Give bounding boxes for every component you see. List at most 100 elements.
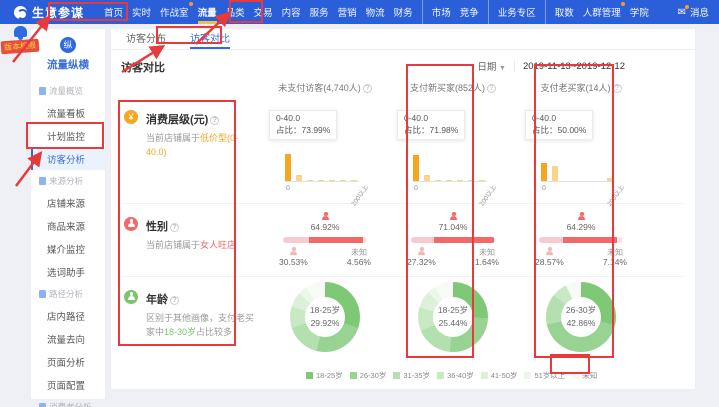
legend-item[interactable]: 31-35岁 (393, 370, 430, 381)
donut-chart: 18-25岁 25.44% (418, 282, 488, 352)
nav-item-logistics[interactable]: 物流 (366, 0, 385, 24)
chart-tooltip: 0-40.0占比：71.98% (397, 110, 465, 140)
tab-visitor-compare[interactable]: 访客对比 (190, 30, 230, 49)
legend-item[interactable]: 51岁以上 (524, 370, 565, 381)
nav-item-service[interactable]: 服务 (310, 0, 329, 24)
nav-item-warroom[interactable]: 作战室 (160, 0, 189, 24)
nav-item-data-fetch[interactable]: 取数 (545, 0, 574, 24)
donut-center-value: 42.86% (546, 318, 616, 328)
consume-chart-old-buyers: 0-40.0占比：50.00% 0 200以上 (517, 97, 645, 203)
yen-icon: ¥ (124, 110, 138, 124)
chevron-down-icon: ▼ (499, 65, 506, 72)
sidebar-item-word-helper[interactable]: 选词助手 (31, 260, 105, 283)
nav-item-traffic[interactable]: 流量 (198, 0, 217, 24)
nav-item-finance[interactable]: 财务 (394, 0, 413, 24)
unknown-percent: 1.64% (475, 257, 499, 267)
tab-visitor-distribution[interactable]: 访客分布 (126, 30, 166, 49)
help-icon[interactable]: ? (613, 84, 622, 93)
sidebar-section-consumer-analysis: 消费者分析 (31, 396, 105, 407)
sidebar-item-shop-source[interactable]: 店铺来源 (31, 191, 105, 214)
age-icon (124, 290, 138, 304)
folder-icon (39, 87, 46, 95)
nav-item-realtime[interactable]: 实时 (132, 0, 151, 24)
nav-item-crowd-mgmt[interactable]: 人群管理 (583, 0, 621, 24)
folder-icon (39, 177, 46, 185)
female-percent: 64.92% (261, 222, 389, 232)
nav-item-academy[interactable]: 学院 (630, 0, 649, 24)
sidebar-item-media-monitor[interactable]: 媒介监控 (31, 237, 105, 260)
nav-item-trade[interactable]: 交易 (254, 0, 273, 24)
male-icon (417, 247, 426, 255)
help-icon[interactable]: ? (487, 84, 496, 93)
help-icon[interactable]: ? (210, 116, 219, 125)
folder-icon (39, 290, 46, 298)
chart-tooltip: 0-40.0占比：50.00% (525, 110, 593, 140)
male-icon (289, 247, 298, 255)
app-logo-icon (14, 6, 27, 19)
donut-hole (561, 297, 601, 337)
male-percent: 28.57% (535, 257, 564, 267)
main-panel: 访客分布 访客对比 访客对比 日期 ▼ 2019-11-13~2019-12-1… (110, 28, 696, 390)
legend-item[interactable]: 18-25岁 (306, 370, 343, 381)
sidebar-item-page-analysis[interactable]: 页面分析 (31, 350, 105, 373)
axis-label: 0 (414, 185, 418, 192)
female-icon (449, 212, 458, 220)
axis-label: 0 (286, 185, 290, 192)
donut-center-label: 26-30岁 (546, 304, 616, 316)
version-badge: 版本权限 (1, 39, 40, 55)
sidebar-item-visitor-analysis[interactable]: 访客分析 (31, 147, 105, 170)
female-percent: 64.29% (517, 222, 645, 232)
help-icon[interactable]: ? (170, 223, 179, 232)
divider (514, 60, 515, 72)
tabbar: 访客分布 访客对比 (111, 29, 695, 50)
gender-chart-unpaid: 64.92% 30.53% 未知 4.56% (261, 204, 389, 276)
nav-messages[interactable]: ✉ 消息 (678, 0, 709, 24)
legend-item[interactable]: 未知 (572, 370, 597, 381)
sidebar-section-path-analysis: 路径分析 (31, 283, 105, 304)
nav-item-bizzone[interactable]: 业务专区 (488, 0, 536, 24)
app-logo-text: 生意参谋 (32, 4, 84, 21)
sidebar-item-instore-path[interactable]: 店内路径 (31, 304, 105, 327)
donut-center-label: 18-25岁 (290, 304, 360, 316)
age-donut-unpaid: 18-25岁 29.92% (261, 277, 389, 363)
donut-hole (433, 297, 473, 337)
page-title: 访客对比 (121, 59, 165, 75)
donut-center-value: 25.44% (418, 318, 488, 328)
app-logo[interactable]: 生意参谋 (14, 4, 84, 21)
nav-item-market[interactable]: 市场 (422, 0, 451, 24)
legend-item[interactable]: 36-40岁 (437, 370, 474, 381)
nav-item-category[interactable]: 品类 (226, 0, 245, 24)
age-highlight: 18-30岁 (164, 327, 196, 337)
sidebar-item-page-config[interactable]: 页面配置 (31, 373, 105, 396)
help-icon[interactable]: ? (170, 296, 179, 305)
legend-item[interactable]: 26-30岁 (350, 370, 387, 381)
nav-item-competition[interactable]: 竞争 (460, 0, 479, 24)
legend-item[interactable]: 41-50岁 (481, 370, 518, 381)
folder-icon (39, 403, 46, 407)
messages-label: 消息 (690, 5, 709, 19)
date-filter[interactable]: 日期 ▼ (477, 59, 506, 73)
male-percent: 30.53% (279, 257, 308, 267)
legend-swatch (350, 372, 357, 379)
chart-tooltip: 0-40.0占比：73.99% (269, 110, 337, 140)
nav-item-home[interactable]: 首页 (104, 0, 123, 24)
sidebar-section-source-analysis: 来源分析 (31, 170, 105, 191)
consume-chart-new-buyers: 0-40.0占比：71.98% 0 200以上 (389, 97, 517, 203)
age-donut-old-buyers: 26-30岁 42.86% (517, 277, 645, 363)
nav-item-marketing[interactable]: 营销 (338, 0, 357, 24)
donut-chart: 26-30岁 42.86% (546, 282, 616, 352)
gender-stacked-bar (539, 237, 623, 243)
donut-center-label: 18-25岁 (418, 304, 488, 316)
consume-chart-unpaid: 0-40.0占比：73.99% 0 200以上 (261, 97, 389, 203)
sidebar-item-product-source[interactable]: 商品来源 (31, 214, 105, 237)
gender-chart-old-buyers: 64.29% 28.57% 未知 7.14% (517, 204, 645, 276)
help-icon[interactable]: ? (363, 84, 372, 93)
traffic-module-icon: 纵 (60, 37, 76, 53)
sidebar-item-traffic-outflow[interactable]: 流量去向 (31, 327, 105, 350)
age-donut-new-buyers: 18-25岁 25.44% (389, 277, 517, 363)
nav-item-content[interactable]: 内容 (282, 0, 301, 24)
male-percent: 27.32% (407, 257, 436, 267)
row-consume-level: ¥ 消费层级(元)? 当前店铺属于低价型(0-40.0) 0-40.0占比：73… (111, 97, 695, 203)
sidebar-item-plan-monitor[interactable]: 计划监控 (31, 124, 105, 147)
sidebar-item-traffic-board[interactable]: 流量看板 (31, 101, 105, 124)
